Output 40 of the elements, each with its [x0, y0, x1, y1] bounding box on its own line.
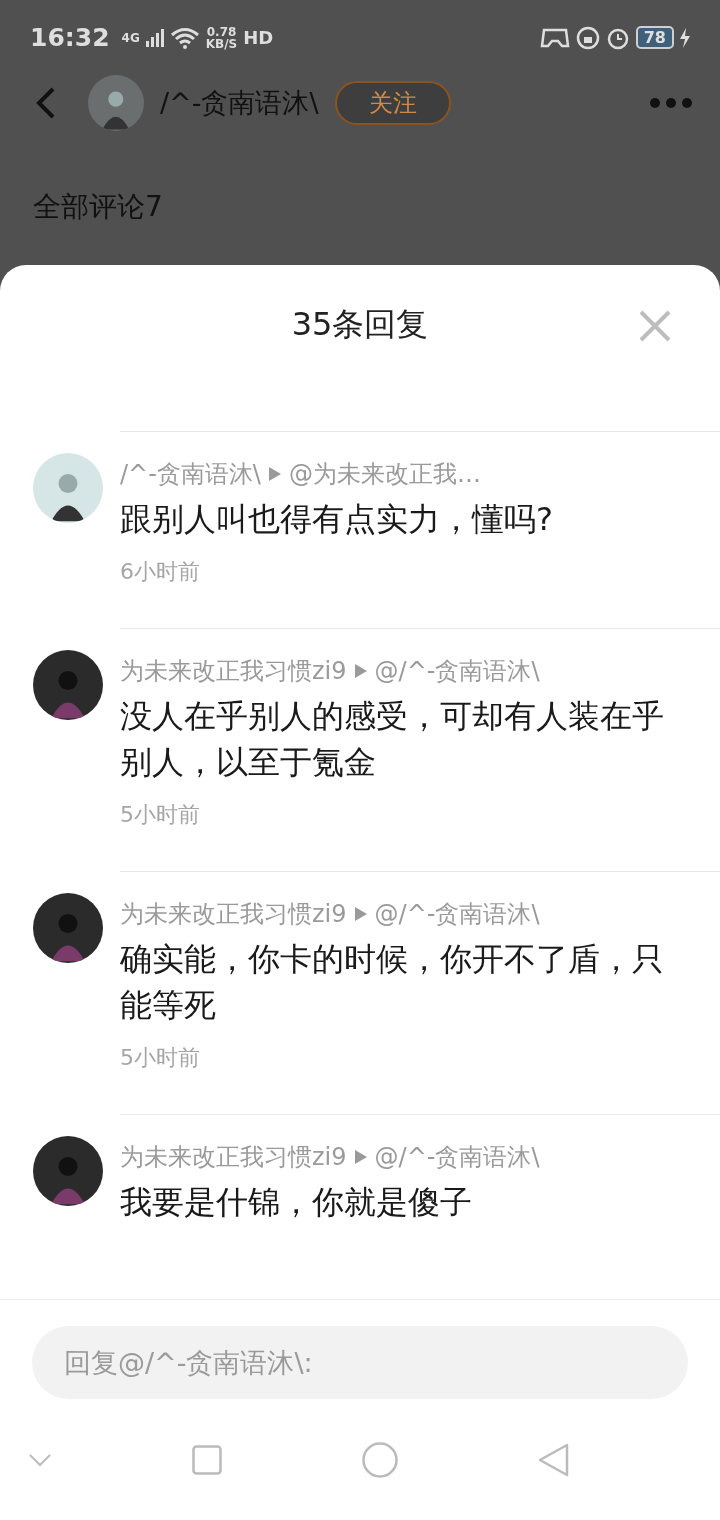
play-icon: [354, 664, 367, 678]
battery-level: 78: [635, 26, 674, 49]
reply-text: 确实能，你卡的时候，你开不了盾，只能等死: [120, 939, 665, 1026]
follow-button[interactable]: 关注: [334, 80, 451, 125]
reply-text: 没人在乎别人的感受，可却有人装在乎别人，以至于氪金: [120, 696, 665, 783]
close-button[interactable]: [638, 309, 672, 343]
chevron-down-icon[interactable]: [28, 1452, 52, 1467]
author-name[interactable]: 为未来改正我习惯zi9: [120, 1141, 347, 1173]
play-icon: [354, 1150, 367, 1164]
back-icon[interactable]: [538, 1442, 570, 1477]
recents-icon[interactable]: [192, 1444, 222, 1475]
reply-input[interactable]: 回复@/^-贪南语沐\:: [32, 1326, 688, 1399]
reply-text: 我要是什锦，你就是傻子: [120, 1182, 473, 1223]
comments-heading: 全部评论7: [33, 190, 163, 223]
back-icon[interactable]: [34, 85, 56, 120]
reply-target[interactable]: @/^-贪南语沐\: [374, 655, 540, 687]
speed-unit: KB/S: [205, 37, 238, 50]
hd-indicator: HD: [243, 27, 274, 48]
reply-time: 5小时前: [120, 1044, 201, 1072]
charging-icon: [680, 27, 690, 48]
play-icon: [354, 907, 367, 921]
username: /^-贪南语沐\: [160, 85, 319, 120]
more-icon[interactable]: [650, 97, 692, 108]
reply-target[interactable]: @/^-贪南语沐\: [374, 1141, 540, 1173]
reply-target[interactable]: @为未来改正我…: [288, 458, 481, 490]
network-speed: 0.78: [206, 25, 237, 38]
home-icon[interactable]: [362, 1441, 398, 1478]
reply-time: 6小时前: [120, 558, 201, 586]
reply-target[interactable]: @/^-贪南语沐\: [374, 898, 540, 930]
wifi-icon: [169, 26, 200, 49]
clock-time: 16:32: [30, 23, 110, 52]
play-icon: [268, 467, 281, 481]
author-name[interactable]: 为未来改正我习惯zi9: [120, 898, 347, 930]
network-type: 4G: [121, 31, 140, 44]
sheet-title: 35条回复: [291, 304, 429, 345]
reply-time: 5小时前: [120, 801, 201, 829]
signal-icon: [145, 28, 164, 47]
author-name[interactable]: /^-贪南语沐\: [120, 458, 261, 490]
reply-text: 跟别人叫也得有点实力，懂吗?: [120, 499, 554, 540]
author-name[interactable]: 为未来改正我习惯zi9: [120, 655, 347, 687]
